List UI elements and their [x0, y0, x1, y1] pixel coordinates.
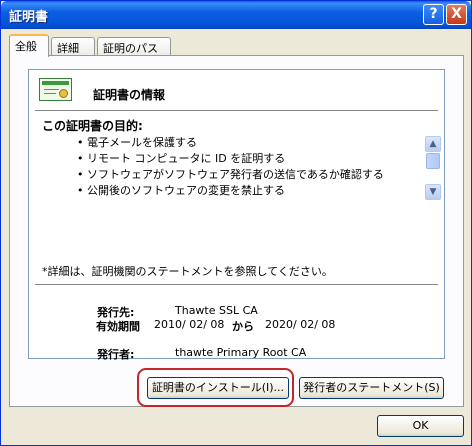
divider: [35, 284, 438, 285]
tab-details[interactable]: 詳細: [51, 37, 95, 56]
purpose-item: • リモート コンピュータに ID を証明する: [77, 152, 286, 165]
general-tab-panel: 証明書の情報 この証明書の目的: • 電子メールを保護する • リモート コンピ…: [9, 55, 464, 407]
title-bar[interactable]: 証明書 ? X: [1, 1, 471, 29]
tab-general[interactable]: 全般: [9, 34, 49, 57]
certificate-icon: [39, 78, 72, 101]
purpose-scrollbar[interactable]: ▲ ▼: [425, 136, 441, 200]
close-button[interactable]: X: [446, 4, 467, 25]
issued-to-label: 発行先:: [97, 306, 135, 319]
divider: [35, 110, 438, 111]
help-button[interactable]: ?: [423, 4, 444, 25]
ok-button[interactable]: OK: [377, 415, 464, 437]
detail-note: *詳細は、証明機関のステートメントを参照してください。: [42, 265, 333, 278]
purpose-item: • 公開後のソフトウェアの変更を禁止する: [77, 184, 285, 197]
issued-to-value: Thawte SSL CA: [175, 304, 258, 317]
purpose-item: • 電子メールを保護する: [77, 136, 197, 149]
purpose-item: • ソフトウェアがソフトウェア発行者の送信であるか確認する: [77, 168, 384, 181]
issued-by-value: thawte Primary Root CA: [175, 346, 307, 359]
purpose-heading: この証明書の目的:: [42, 119, 143, 133]
issued-by-label: 発行者:: [97, 348, 135, 361]
scroll-down-icon[interactable]: ▼: [425, 184, 441, 200]
tab-certification-path[interactable]: 証明のパス: [97, 37, 171, 56]
certificate-info-box: 証明書の情報 この証明書の目的: • 電子メールを保護する • リモート コンピ…: [28, 69, 445, 361]
scroll-up-icon[interactable]: ▲: [425, 136, 441, 152]
scroll-thumb[interactable]: [426, 153, 440, 169]
info-title: 証明書の情報: [93, 88, 166, 102]
certificate-dialog: 証明書 ? X 全般 詳細 証明のパス 証明書の情報 この証明書の目的: • 電…: [0, 0, 472, 446]
install-certificate-button[interactable]: 証明書のインストール(I)...: [147, 377, 289, 399]
purpose-list: • 電子メールを保護する • リモート コンピュータに ID を証明する • ソ…: [77, 135, 384, 199]
issuer-statement-button[interactable]: 発行者のステートメント(S): [299, 377, 444, 399]
window-title: 証明書: [9, 10, 49, 25]
